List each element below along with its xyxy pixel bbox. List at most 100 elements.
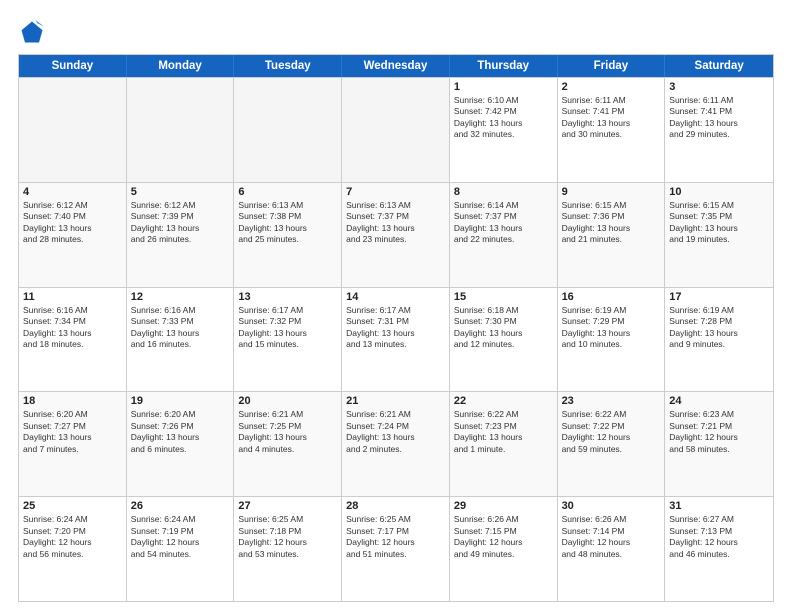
calendar-row: 11Sunrise: 6:16 AM Sunset: 7:34 PM Dayli… (19, 287, 773, 392)
calendar-header-row: SundayMondayTuesdayWednesdayThursdayFrid… (19, 55, 773, 77)
calendar-cell: 18 Sunrise: 6:20 AM Sunset: 7:27 PM Dayli… (19, 392, 127, 496)
calendar-cell: 1 Sunrise: 6:10 AM Sunset: 7:42 PM Daylig… (450, 78, 558, 182)
logo-icon (18, 18, 46, 46)
cell-info: Sunrise: 6:17 AM Sunset: 7:32 PM Dayligh… (238, 305, 337, 351)
calendar-cell: 13 Sunrise: 6:17 AM Sunset: 7:32 PM Dayli… (234, 288, 342, 392)
day-number: 13 (238, 291, 337, 303)
calendar-cell: 9 Sunrise: 6:15 AM Sunset: 7:36 PM Daylig… (558, 183, 666, 287)
day-number: 18 (23, 395, 122, 407)
cell-info: Sunrise: 6:20 AM Sunset: 7:26 PM Dayligh… (131, 409, 230, 455)
calendar-cell (127, 78, 235, 182)
calendar-cell: 23 Sunrise: 6:22 AM Sunset: 7:22 PM Dayli… (558, 392, 666, 496)
calendar-cell (234, 78, 342, 182)
day-number: 17 (669, 291, 769, 303)
cell-info: Sunrise: 6:15 AM Sunset: 7:36 PM Dayligh… (562, 200, 661, 246)
header (18, 18, 774, 46)
cell-info: Sunrise: 6:15 AM Sunset: 7:35 PM Dayligh… (669, 200, 769, 246)
calendar-cell: 21Sunrise: 6:21 AM Sunset: 7:24 PM Dayli… (342, 392, 450, 496)
calendar-row: 18 Sunrise: 6:20 AM Sunset: 7:27 PM Dayli… (19, 391, 773, 496)
calendar-cell: 31Sunrise: 6:27 AM Sunset: 7:13 PM Dayli… (665, 497, 773, 601)
day-number: 29 (454, 500, 553, 512)
day-number: 21 (346, 395, 445, 407)
day-number: 22 (454, 395, 553, 407)
calendar-header-cell: Wednesday (342, 55, 450, 77)
calendar-cell (342, 78, 450, 182)
calendar-cell: 4Sunrise: 6:12 AM Sunset: 7:40 PM Daylig… (19, 183, 127, 287)
day-number: 6 (238, 186, 337, 198)
day-number: 14 (346, 291, 445, 303)
cell-info: Sunrise: 6:12 AM Sunset: 7:39 PM Dayligh… (131, 200, 230, 246)
cell-info: Sunrise: 6:13 AM Sunset: 7:38 PM Dayligh… (238, 200, 337, 246)
day-number: 1 (454, 81, 553, 93)
cell-info: Sunrise: 6:14 AM Sunset: 7:37 PM Dayligh… (454, 200, 553, 246)
cell-info: Sunrise: 6:10 AM Sunset: 7:42 PM Dayligh… (454, 95, 553, 141)
day-number: 27 (238, 500, 337, 512)
calendar-cell: 5 Sunrise: 6:12 AM Sunset: 7:39 PM Daylig… (127, 183, 235, 287)
day-number: 31 (669, 500, 769, 512)
logo (18, 18, 50, 46)
calendar: SundayMondayTuesdayWednesdayThursdayFrid… (18, 54, 774, 602)
calendar-cell: 25 Sunrise: 6:24 AM Sunset: 7:20 PM Dayli… (19, 497, 127, 601)
calendar-cell: 16 Sunrise: 6:19 AM Sunset: 7:29 PM Dayli… (558, 288, 666, 392)
calendar-cell: 30 Sunrise: 6:26 AM Sunset: 7:14 PM Dayli… (558, 497, 666, 601)
calendar-header-cell: Friday (558, 55, 666, 77)
calendar-cell: 28 Sunrise: 6:25 AM Sunset: 7:17 PM Dayli… (342, 497, 450, 601)
calendar-cell: 22 Sunrise: 6:22 AM Sunset: 7:23 PM Dayli… (450, 392, 558, 496)
day-number: 8 (454, 186, 553, 198)
cell-info: Sunrise: 6:12 AM Sunset: 7:40 PM Dayligh… (23, 200, 122, 246)
calendar-cell: 11Sunrise: 6:16 AM Sunset: 7:34 PM Dayli… (19, 288, 127, 392)
calendar-cell: 24 Sunrise: 6:23 AM Sunset: 7:21 PM Dayli… (665, 392, 773, 496)
day-number: 16 (562, 291, 661, 303)
day-number: 25 (23, 500, 122, 512)
calendar-cell: 19 Sunrise: 6:20 AM Sunset: 7:26 PM Dayli… (127, 392, 235, 496)
calendar-row: 4Sunrise: 6:12 AM Sunset: 7:40 PM Daylig… (19, 182, 773, 287)
cell-info: Sunrise: 6:26 AM Sunset: 7:15 PM Dayligh… (454, 514, 553, 560)
day-number: 23 (562, 395, 661, 407)
cell-info: Sunrise: 6:11 AM Sunset: 7:41 PM Dayligh… (669, 95, 769, 141)
day-number: 12 (131, 291, 230, 303)
calendar-cell: 10Sunrise: 6:15 AM Sunset: 7:35 PM Dayli… (665, 183, 773, 287)
cell-info: Sunrise: 6:13 AM Sunset: 7:37 PM Dayligh… (346, 200, 445, 246)
day-number: 28 (346, 500, 445, 512)
day-number: 19 (131, 395, 230, 407)
calendar-cell: 27 Sunrise: 6:25 AM Sunset: 7:18 PM Dayli… (234, 497, 342, 601)
day-number: 7 (346, 186, 445, 198)
cell-info: Sunrise: 6:11 AM Sunset: 7:41 PM Dayligh… (562, 95, 661, 141)
day-number: 20 (238, 395, 337, 407)
day-number: 2 (562, 81, 661, 93)
cell-info: Sunrise: 6:22 AM Sunset: 7:22 PM Dayligh… (562, 409, 661, 455)
day-number: 3 (669, 81, 769, 93)
cell-info: Sunrise: 6:26 AM Sunset: 7:14 PM Dayligh… (562, 514, 661, 560)
calendar-cell: 17 Sunrise: 6:19 AM Sunset: 7:28 PM Dayli… (665, 288, 773, 392)
cell-info: Sunrise: 6:23 AM Sunset: 7:21 PM Dayligh… (669, 409, 769, 455)
calendar-cell: 26 Sunrise: 6:24 AM Sunset: 7:19 PM Dayli… (127, 497, 235, 601)
page: SundayMondayTuesdayWednesdayThursdayFrid… (0, 0, 792, 612)
calendar-body: 1 Sunrise: 6:10 AM Sunset: 7:42 PM Daylig… (19, 77, 773, 601)
cell-info: Sunrise: 6:22 AM Sunset: 7:23 PM Dayligh… (454, 409, 553, 455)
calendar-cell: 15 Sunrise: 6:18 AM Sunset: 7:30 PM Dayli… (450, 288, 558, 392)
cell-info: Sunrise: 6:25 AM Sunset: 7:18 PM Dayligh… (238, 514, 337, 560)
calendar-header-cell: Saturday (665, 55, 773, 77)
cell-info: Sunrise: 6:25 AM Sunset: 7:17 PM Dayligh… (346, 514, 445, 560)
day-number: 15 (454, 291, 553, 303)
calendar-row: 25 Sunrise: 6:24 AM Sunset: 7:20 PM Dayli… (19, 496, 773, 601)
cell-info: Sunrise: 6:19 AM Sunset: 7:29 PM Dayligh… (562, 305, 661, 351)
cell-info: Sunrise: 6:19 AM Sunset: 7:28 PM Dayligh… (669, 305, 769, 351)
cell-info: Sunrise: 6:21 AM Sunset: 7:25 PM Dayligh… (238, 409, 337, 455)
day-number: 30 (562, 500, 661, 512)
cell-info: Sunrise: 6:20 AM Sunset: 7:27 PM Dayligh… (23, 409, 122, 455)
cell-info: Sunrise: 6:24 AM Sunset: 7:19 PM Dayligh… (131, 514, 230, 560)
day-number: 5 (131, 186, 230, 198)
cell-info: Sunrise: 6:18 AM Sunset: 7:30 PM Dayligh… (454, 305, 553, 351)
calendar-cell: 29 Sunrise: 6:26 AM Sunset: 7:15 PM Dayli… (450, 497, 558, 601)
day-number: 9 (562, 186, 661, 198)
calendar-header-cell: Sunday (19, 55, 127, 77)
calendar-header-cell: Tuesday (234, 55, 342, 77)
calendar-cell: 8 Sunrise: 6:14 AM Sunset: 7:37 PM Daylig… (450, 183, 558, 287)
day-number: 24 (669, 395, 769, 407)
cell-info: Sunrise: 6:24 AM Sunset: 7:20 PM Dayligh… (23, 514, 122, 560)
calendar-cell: 12Sunrise: 6:16 AM Sunset: 7:33 PM Dayli… (127, 288, 235, 392)
calendar-header-cell: Thursday (450, 55, 558, 77)
cell-info: Sunrise: 6:17 AM Sunset: 7:31 PM Dayligh… (346, 305, 445, 351)
day-number: 26 (131, 500, 230, 512)
